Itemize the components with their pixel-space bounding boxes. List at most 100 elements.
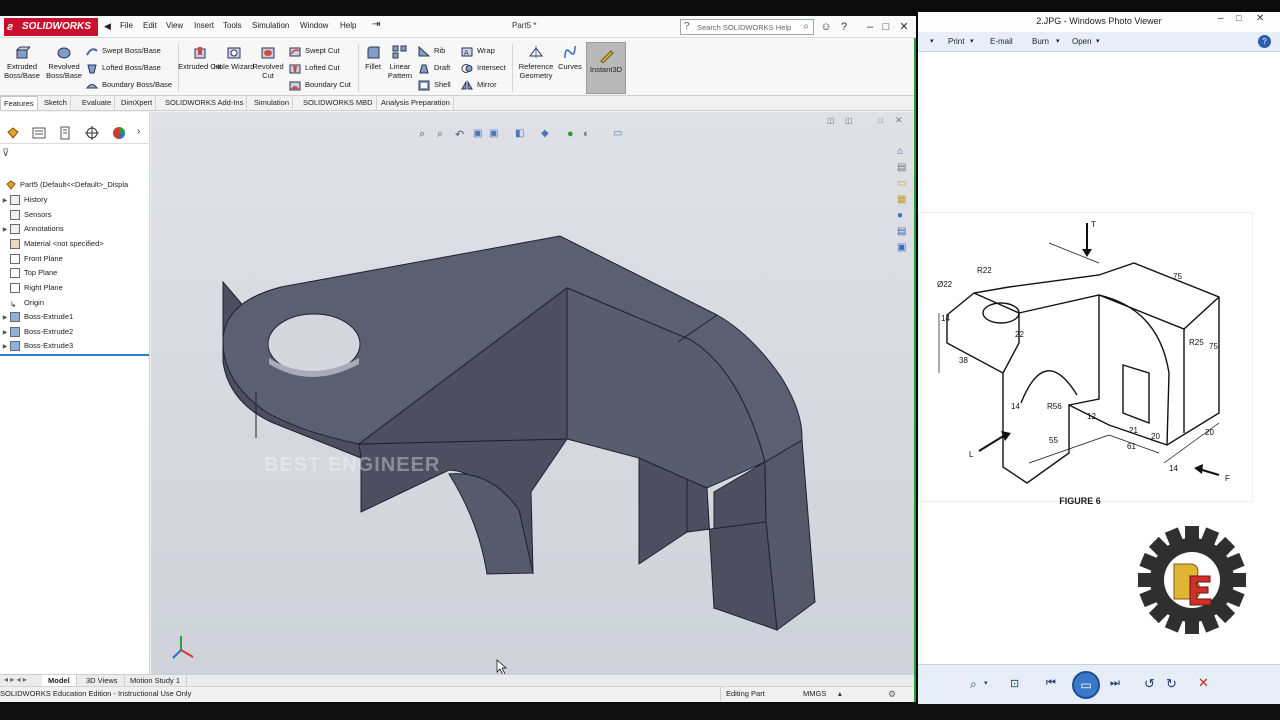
tree-item-boss-extrude3[interactable]: ▶ Boss-Extrude3 <box>0 339 73 353</box>
edit-appearance-icon[interactable]: ● <box>567 128 574 140</box>
revolved-cut-button[interactable]: Revolved Cut <box>246 44 290 80</box>
curves-button[interactable]: Curves <box>550 44 590 71</box>
rotate-counterclockwise-icon[interactable]: ↺ <box>1144 676 1155 692</box>
tab-simulation[interactable]: Simulation <box>251 96 294 110</box>
tab-features[interactable]: Features <box>0 96 38 110</box>
revolved-boss-button[interactable]: Revolved Boss/Base <box>42 44 86 80</box>
swept-boss-button[interactable]: Swept Boss/Base <box>86 44 161 58</box>
rib-button[interactable]: Rib <box>418 44 445 58</box>
expand-arrow-icon[interactable]: ▶ <box>0 223 10 237</box>
extruded-boss-button[interactable]: Extruded Boss/Base <box>0 44 44 80</box>
lofted-cut-button[interactable]: Lofted Cut <box>289 61 340 75</box>
viewport-close-icon[interactable]: ✕ <box>895 115 903 126</box>
shell-button[interactable]: Shell <box>418 78 451 92</box>
menu-window[interactable]: Window <box>300 21 328 30</box>
units-dropdown-icon[interactable]: ▴ <box>838 687 842 701</box>
tab-solidworks-mbd[interactable]: SOLIDWORKS MBD <box>300 96 377 110</box>
actual-size-icon[interactable]: ⊡ <box>1010 677 1019 690</box>
rebuild-status-icon[interactable]: ⚙ <box>888 687 896 701</box>
pv-menu-open[interactable]: Open <box>1072 37 1092 46</box>
previous-image-icon[interactable]: ⏮ <box>1046 677 1056 690</box>
pv-maximize-icon[interactable]: □ <box>1236 13 1241 23</box>
zoom-to-fit-icon[interactable]: ⌕ <box>419 128 425 141</box>
chevron-right-icon[interactable]: › <box>137 126 140 137</box>
linear-pattern-button[interactable]: Linear Pattern <box>380 44 420 80</box>
zoom-dropdown-icon[interactable]: ▾ <box>984 679 988 687</box>
tab-dimxpert[interactable]: DimXpert <box>118 96 157 110</box>
open-dropdown-icon[interactable]: ▾ <box>1096 37 1100 45</box>
apply-scene-icon[interactable]: ◐ <box>583 128 590 140</box>
boundary-cut-button[interactable]: Boundary Cut <box>289 78 351 92</box>
appearances-icon[interactable]: ● <box>897 210 903 221</box>
design-library-icon[interactable]: ▤ <box>897 162 906 173</box>
tab-scroll-icon[interactable]: ◂ ▸ ◂ ▸ <box>4 675 27 684</box>
rotate-clockwise-icon[interactable]: ↻ <box>1166 676 1177 692</box>
tree-item-origin[interactable]: ↳ Origin <box>0 296 44 310</box>
expand-arrow-icon[interactable]: ▶ <box>0 194 10 208</box>
wrap-button[interactable]: A Wrap <box>461 44 495 58</box>
tree-item-boss-extrude2[interactable]: ▶ Boss-Extrude2 <box>0 325 73 339</box>
tree-item-history[interactable]: ▶ History <box>0 193 47 207</box>
menu-arrow-icon[interactable]: ◀ <box>104 21 111 32</box>
filter-icon[interactable]: ⊽ <box>2 148 9 159</box>
tree-item-annotations[interactable]: ▶ Annotations <box>0 222 64 236</box>
section-view-icon[interactable]: ▣ <box>473 128 482 139</box>
file-explorer-icon[interactable]: ▭ <box>897 178 906 189</box>
swept-cut-button[interactable]: Swept Cut <box>289 44 340 58</box>
pv-minimize-icon[interactable]: – <box>1218 13 1224 24</box>
instant3d-button[interactable]: Instant3D <box>586 42 626 94</box>
lofted-boss-button[interactable]: Lofted Boss/Base <box>86 61 161 75</box>
menu-simulation[interactable]: Simulation <box>252 21 289 30</box>
menu-file[interactable]: File <box>120 21 133 30</box>
configuration-manager-icon[interactable] <box>58 126 72 140</box>
graphics-area[interactable]: BEST ENGINEER ⌕ ⌕ ↶ ▣ ▣ ◧ ◆ ● ◐ ▭ ◫ ◫ □ … <box>151 112 914 678</box>
maximize-icon[interactable]: □ <box>878 19 894 35</box>
solidworks-logo[interactable]: ƨ SOLIDWORKS <box>4 18 98 36</box>
previous-view-icon[interactable]: ↶ <box>455 128 464 141</box>
intersect-button[interactable]: Intersect <box>461 61 506 75</box>
menu-view[interactable]: View <box>166 21 183 30</box>
feature-tree-icon[interactable] <box>6 126 20 140</box>
rollback-bar[interactable] <box>0 354 149 356</box>
pin-icon[interactable]: ⇥ <box>372 19 380 30</box>
mirror-button[interactable]: Mirror <box>461 78 497 92</box>
tab-solidworks-add-ins[interactable]: SOLIDWORKS Add-Ins <box>162 96 248 110</box>
burn-dropdown-icon[interactable]: ▾ <box>1056 37 1060 45</box>
menu-help[interactable]: Help <box>340 21 356 30</box>
tree-item-front-plane[interactable]: Front Plane <box>0 252 63 266</box>
viewport-maximize-icon[interactable]: □ <box>878 116 883 125</box>
help-icon[interactable]: ? <box>836 19 852 35</box>
draft-button[interactable]: Draft <box>418 61 450 75</box>
tree-item-part[interactable]: Part5 (Default<<Default>_Displa <box>2 178 128 192</box>
tree-item-boss-extrude1[interactable]: ▶ Boss-Extrude1 <box>0 310 73 324</box>
unit-system-selector[interactable]: MMGS <box>803 687 826 701</box>
pv-menu-burn[interactable]: Burn <box>1032 37 1049 46</box>
file-dropdown-icon[interactable]: ▾ <box>930 37 934 45</box>
boundary-boss-button[interactable]: Boundary Boss/Base <box>86 78 172 92</box>
display-style-icon[interactable]: ◆ <box>541 128 549 139</box>
view-orientation-icon[interactable]: ◧ <box>515 128 524 139</box>
menu-tools[interactable]: Tools <box>223 21 242 30</box>
custom-properties-icon[interactable]: ▤ <box>897 226 906 237</box>
property-manager-icon[interactable] <box>32 126 46 140</box>
display-manager-icon[interactable] <box>112 126 126 140</box>
menu-insert[interactable]: Insert <box>194 21 214 30</box>
zoom-area-icon[interactable]: ⌕ <box>437 128 443 141</box>
solidworks-forum-icon[interactable]: ▣ <box>897 242 906 253</box>
tab-analysis-preparation[interactable]: Analysis Preparation <box>378 96 454 110</box>
viewport-restore-icon[interactable]: ◫ <box>827 116 835 125</box>
delete-icon[interactable]: ✕ <box>1198 675 1209 691</box>
dynamic-annotation-icon[interactable]: ▣ <box>489 128 498 139</box>
pv-help-icon[interactable]: ? <box>1258 35 1271 48</box>
zoom-icon[interactable]: ⌕ <box>970 677 977 692</box>
user-icon[interactable]: ☺ <box>818 19 834 35</box>
dimxpert-manager-icon[interactable] <box>85 126 99 140</box>
pv-close-icon[interactable]: ✕ <box>1256 13 1264 24</box>
close-icon[interactable]: ✕ <box>896 19 912 35</box>
view-palette-icon[interactable]: ▦ <box>897 194 906 205</box>
expand-arrow-icon[interactable]: ▶ <box>0 340 10 354</box>
viewport-tile-icon[interactable]: ◫ <box>845 116 853 125</box>
slideshow-button[interactable]: ▭ <box>1072 671 1100 699</box>
search-input[interactable]: ? Search SOLIDWORKS Help ⌕ <box>680 19 814 35</box>
solidworks-resources-icon[interactable]: ⌂ <box>897 146 903 157</box>
